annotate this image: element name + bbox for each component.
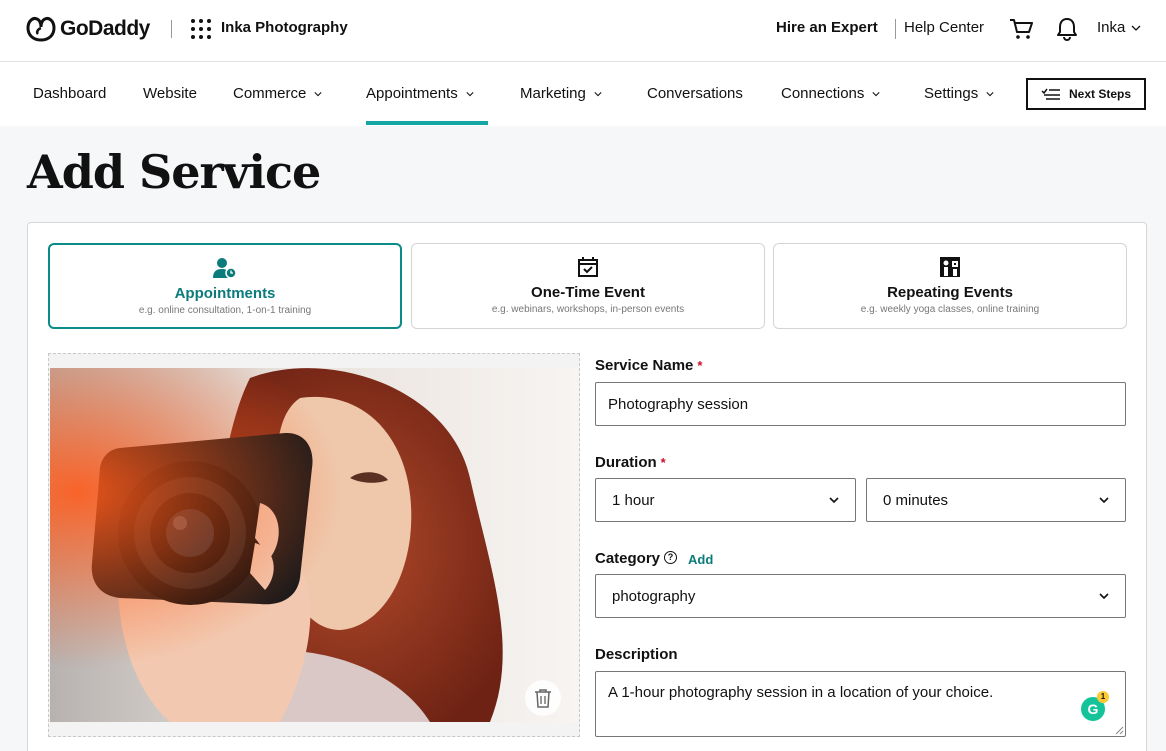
chevron-down-icon bbox=[1099, 497, 1109, 504]
label-text: Service Name bbox=[595, 357, 694, 374]
nav-appointments[interactable]: Appointments bbox=[366, 85, 474, 102]
required-marker: * bbox=[660, 455, 666, 470]
nav-connections[interactable]: Connections bbox=[781, 85, 880, 102]
active-tab-indicator bbox=[366, 121, 488, 125]
nav-label: Settings bbox=[924, 85, 979, 102]
grammarly-count-badge: 1 bbox=[1097, 691, 1109, 703]
label-text: Category bbox=[595, 550, 661, 567]
duration-hours-select[interactable]: 1 hour bbox=[595, 478, 856, 522]
nav-website[interactable]: Website bbox=[143, 85, 197, 102]
trash-icon bbox=[535, 689, 551, 708]
user-name: Inka bbox=[1097, 19, 1126, 36]
person-clock-icon bbox=[212, 257, 238, 284]
chevron-down-icon bbox=[829, 497, 839, 504]
cart-icon[interactable] bbox=[1008, 17, 1034, 46]
category-label: Category? bbox=[595, 550, 678, 567]
add-service-card: Appointments e.g. online consultation, 1… bbox=[27, 222, 1147, 751]
nav-label: Connections bbox=[781, 85, 865, 102]
calendar-check-icon bbox=[577, 256, 599, 283]
service-type-subtitle: e.g. webinars, workshops, in-person even… bbox=[491, 304, 685, 315]
chevron-down-icon bbox=[466, 91, 474, 96]
service-type-title: Repeating Events bbox=[887, 284, 1013, 301]
chevron-down-icon bbox=[1099, 593, 1109, 600]
service-type-appointments[interactable]: Appointments e.g. online consultation, 1… bbox=[48, 243, 402, 329]
checklist-icon bbox=[1041, 88, 1060, 100]
category-select[interactable]: photography bbox=[595, 574, 1126, 618]
repeat-people-icon bbox=[939, 256, 961, 283]
chevron-down-icon bbox=[986, 91, 994, 96]
nav-label: Marketing bbox=[520, 85, 586, 102]
delete-image-button[interactable] bbox=[525, 680, 561, 716]
nav-conversations[interactable]: Conversations bbox=[647, 85, 743, 102]
required-marker: * bbox=[697, 358, 703, 373]
user-menu[interactable]: Inka bbox=[1097, 19, 1141, 36]
input-value: Photography session bbox=[608, 395, 749, 413]
nav-label: Website bbox=[143, 85, 197, 102]
nav-marketing[interactable]: Marketing bbox=[520, 85, 602, 102]
nav-label: Dashboard bbox=[33, 85, 107, 102]
nav-label: Commerce bbox=[233, 85, 307, 102]
duration-minutes-select[interactable]: 0 minutes bbox=[866, 478, 1126, 522]
nav-label: Appointments bbox=[366, 85, 458, 102]
divider bbox=[171, 20, 172, 38]
select-value: 1 hour bbox=[612, 491, 655, 509]
label-text: Duration bbox=[595, 454, 657, 471]
add-category-link[interactable]: Add bbox=[688, 552, 713, 567]
select-value: photography bbox=[612, 587, 696, 605]
top-bar: GoDaddy Inka Photography Hire an Expert … bbox=[0, 0, 1166, 62]
apps-grid-icon[interactable] bbox=[191, 19, 211, 39]
help-center-link[interactable]: Help Center bbox=[904, 19, 984, 36]
resize-handle-icon[interactable] bbox=[1114, 725, 1124, 735]
brand-name: GoDaddy bbox=[60, 17, 150, 40]
service-type-subtitle: e.g. weekly yoga classes, online trainin… bbox=[860, 304, 1040, 315]
service-type-one-time-event[interactable]: One-Time Event e.g. webinars, workshops,… bbox=[411, 243, 765, 329]
help-icon[interactable]: ? bbox=[664, 551, 678, 564]
next-steps-label: Next Steps bbox=[1068, 87, 1132, 101]
description-textarea[interactable]: A 1-hour photography session in a locati… bbox=[595, 671, 1126, 737]
duration-label: Duration * bbox=[595, 454, 666, 471]
nav-dashboard[interactable]: Dashboard bbox=[33, 85, 106, 102]
site-name[interactable]: Inka Photography bbox=[221, 19, 348, 36]
nav-label: Conversations bbox=[647, 85, 743, 102]
service-photo bbox=[50, 368, 579, 722]
chevron-down-icon bbox=[872, 91, 880, 96]
nav-commerce[interactable]: Commerce bbox=[233, 85, 322, 102]
chevron-down-icon bbox=[1131, 25, 1141, 31]
bell-icon[interactable] bbox=[1056, 16, 1078, 47]
service-type-title: One-Time Event bbox=[531, 284, 645, 301]
service-name-label: Service Name * bbox=[595, 357, 702, 374]
description-label: Description bbox=[595, 646, 678, 663]
godaddy-logo[interactable]: GoDaddy bbox=[26, 15, 150, 43]
page-title: Add Service bbox=[27, 145, 321, 199]
service-image-dropzone[interactable] bbox=[48, 353, 580, 737]
service-name-input[interactable]: Photography session bbox=[595, 382, 1126, 426]
service-type-title: Appointments bbox=[174, 285, 276, 302]
chevron-down-icon bbox=[314, 91, 322, 96]
textarea-value: A 1-hour photography session in a locati… bbox=[608, 684, 994, 701]
service-type-repeating-events[interactable]: Repeating Events e.g. weekly yoga classe… bbox=[773, 243, 1127, 329]
nav-settings[interactable]: Settings bbox=[924, 85, 994, 102]
chevron-down-icon bbox=[594, 91, 602, 96]
service-type-subtitle: e.g. online consultation, 1-on-1 trainin… bbox=[138, 305, 312, 316]
hire-expert-link[interactable]: Hire an Expert bbox=[776, 19, 878, 36]
next-steps-button[interactable]: Next Steps bbox=[1026, 78, 1146, 110]
godaddy-logo-icon bbox=[26, 17, 56, 42]
main-nav: Dashboard Website Commerce Appointments … bbox=[0, 62, 1166, 126]
select-value: 0 minutes bbox=[883, 491, 949, 509]
divider bbox=[895, 19, 896, 39]
